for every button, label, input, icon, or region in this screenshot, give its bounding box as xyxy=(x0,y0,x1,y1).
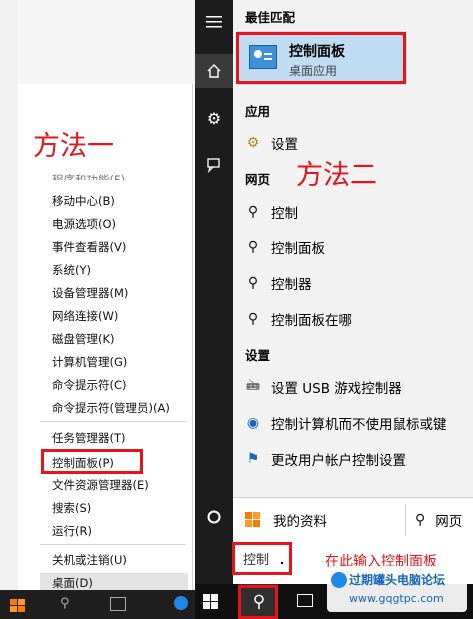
result-label: 设置 xyxy=(271,137,298,153)
settings-gear-icon[interactable]: ⚙ xyxy=(195,101,233,135)
menu-item-task-manager[interactable]: 任务管理器(T) xyxy=(52,430,126,446)
my-info-label: 我的资料 xyxy=(273,514,327,530)
highlight-box-best-match xyxy=(236,32,406,84)
menu-item-shutdown[interactable]: 关机或注销(U) xyxy=(52,552,127,568)
search-icon: ⚲ xyxy=(415,512,426,528)
settings-result-ease-of-access[interactable]: ◉ 控制计算机而不使用鼠标或键 xyxy=(243,411,447,435)
highlight-box-control-panel xyxy=(41,449,143,474)
annotation-method2: 方法二 xyxy=(296,160,377,191)
watermark-line1: 过期罐头电脑论坛 xyxy=(349,573,446,587)
search-icon: ⚲ xyxy=(247,311,259,327)
menu-item-cut: 程序和功能(F) xyxy=(52,173,126,180)
feedback-icon[interactable] xyxy=(195,148,233,182)
task-view-icon[interactable] xyxy=(297,594,313,607)
section-title-settings: 设置 xyxy=(245,348,271,363)
home-icon[interactable] xyxy=(195,54,233,88)
search-icon: ⚲ xyxy=(247,275,259,291)
search-icon[interactable]: ⚲ xyxy=(60,596,70,611)
edge-browser-icon[interactable] xyxy=(174,596,188,610)
web-result-1[interactable]: ⚲ 控制 xyxy=(243,200,298,224)
menu-item-device-manager[interactable]: 设备管理器(M) xyxy=(52,285,128,301)
result-label: 控制 xyxy=(271,206,298,222)
ease-of-access-icon: ◉ xyxy=(246,415,260,431)
menu-item-power-options[interactable]: 电源选项(O) xyxy=(52,216,116,232)
settings-gear-icon: ⚙ xyxy=(246,135,260,151)
menu-item-system[interactable]: 系统(Y) xyxy=(52,262,91,278)
menu-item-computer-management[interactable]: 计算机管理(G) xyxy=(52,354,127,370)
menu-item-cmd-admin[interactable]: 命令提示符(管理员)(A) xyxy=(52,400,170,416)
highlight-box-search-button xyxy=(238,585,278,619)
annotation-method1: 方法一 xyxy=(33,131,114,162)
web-result-2[interactable]: ⚲ 控制面板 xyxy=(243,235,325,259)
divider xyxy=(405,504,406,536)
web-tab-label: 网页 xyxy=(435,514,463,530)
task-view-icon[interactable] xyxy=(110,597,126,611)
cortana-icon[interactable] xyxy=(195,500,233,534)
highlight-box-search-input xyxy=(232,542,292,575)
menu-item-mobility-center[interactable]: 移动中心(B) xyxy=(52,193,115,209)
gamepad-icon: 🖮 xyxy=(246,378,260,394)
menu-separator xyxy=(40,544,186,545)
start-rail: ⚙ xyxy=(195,0,233,584)
menu-item-event-viewer[interactable]: 事件查看器(V) xyxy=(52,239,126,255)
result-label: 控制器 xyxy=(271,277,312,293)
settings-result-usb[interactable]: 🖮 设置 USB 游戏控制器 xyxy=(243,375,402,399)
web-result-3[interactable]: ⚲ 控制器 xyxy=(243,271,312,295)
start-bottom-row: 我的资料 ⚲ 网页 xyxy=(233,497,473,542)
menu-side-strip xyxy=(0,0,18,590)
result-label: 更改用户帐户控制设置 xyxy=(271,453,406,469)
winx-context-menu: 程序和功能(F) 移动中心(B) 电源选项(O) 事件查看器(V) 系统(Y) … xyxy=(0,0,195,619)
menu-item-search[interactable]: 搜索(S) xyxy=(52,500,91,516)
menu-item-run[interactable]: 运行(R) xyxy=(52,523,92,539)
result-label: 控制面板 xyxy=(271,241,325,257)
my-info-button[interactable]: 我的资料 xyxy=(233,498,403,542)
desktop-background xyxy=(0,0,195,84)
windows-start-icon[interactable] xyxy=(203,594,219,614)
watermark-logo-icon xyxy=(331,572,347,588)
section-title-web: 网页 xyxy=(245,172,271,187)
taskbar-left: ⚲ xyxy=(0,590,195,619)
menu-separator xyxy=(40,421,186,422)
section-title-apps: 应用 xyxy=(245,104,271,119)
hamburger-menu-icon[interactable] xyxy=(195,5,233,39)
windows-logo-icon xyxy=(245,512,260,527)
watermark: 过期罐头电脑论坛 www.gqgtpc.com xyxy=(327,566,467,612)
search-icon: ⚲ xyxy=(247,239,259,255)
menu-item-cmd[interactable]: 命令提示符(C) xyxy=(52,377,127,393)
menu-item-disk-management[interactable]: 磁盘管理(K) xyxy=(52,331,115,347)
web-tab-button[interactable]: ⚲ 网页 xyxy=(415,498,473,542)
watermark-line2: www.gqgtpc.com xyxy=(349,592,444,605)
flag-icon: ⚑ xyxy=(246,451,260,467)
menu-item-network[interactable]: 网络连接(W) xyxy=(52,308,118,324)
section-title-best-match: 最佳匹配 xyxy=(245,10,296,25)
result-settings-app[interactable]: ⚙ 设置 xyxy=(243,131,298,155)
result-label: 控制计算机而不使用鼠标或键 xyxy=(271,417,447,433)
web-result-4[interactable]: ⚲ 控制面板在哪 xyxy=(243,307,352,331)
result-label: 设置 USB 游戏控制器 xyxy=(271,381,402,397)
windows-start-icon[interactable] xyxy=(10,598,26,612)
menu-item-file-explorer[interactable]: 文件资源管理器(E) xyxy=(52,477,149,493)
result-label: 控制面板在哪 xyxy=(271,313,352,329)
settings-result-uac[interactable]: ⚑ 更改用户帐户控制设置 xyxy=(243,447,406,471)
search-icon: ⚲ xyxy=(247,204,259,220)
